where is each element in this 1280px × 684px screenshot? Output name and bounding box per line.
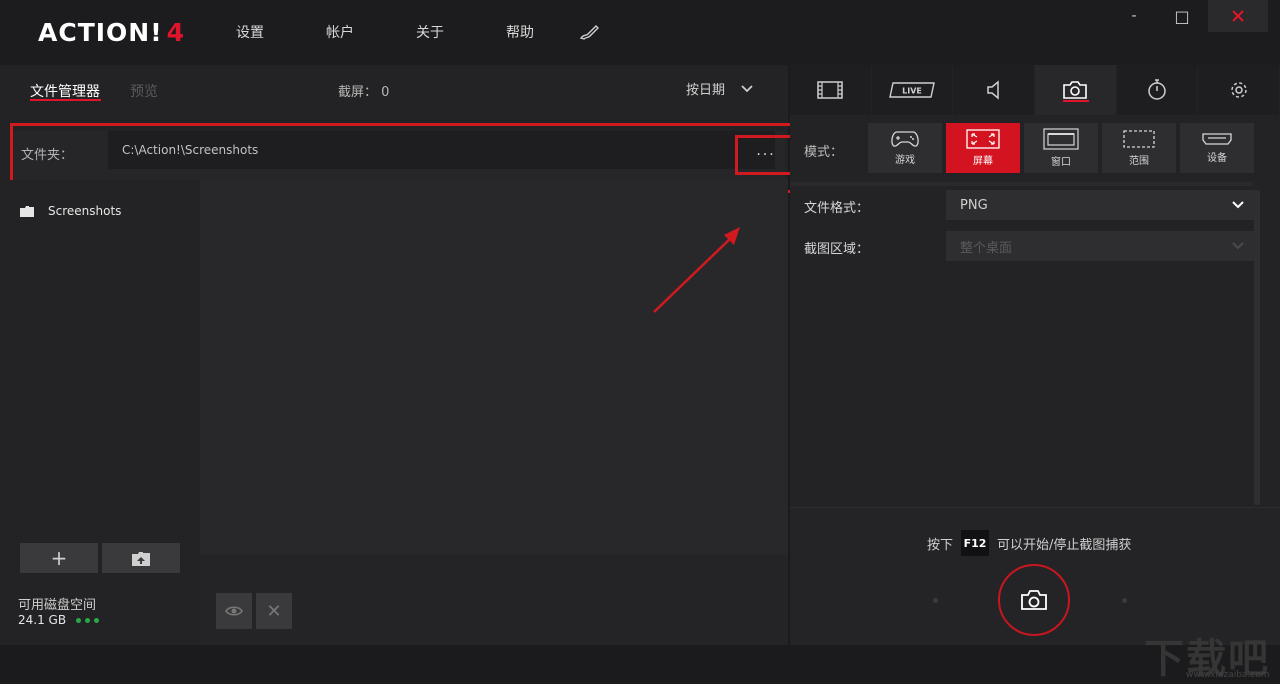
film-icon: [817, 81, 844, 99]
logo-text: ACTION!: [38, 17, 163, 47]
indicator-dot: [933, 598, 938, 603]
delete-button[interactable]: ✕: [256, 593, 292, 629]
mode-screen[interactable]: 屏幕: [946, 123, 1020, 173]
capture-area-label: 截图区域：: [804, 242, 870, 257]
hint-prefix: 按下: [927, 537, 954, 553]
chevron-down-icon: [741, 84, 753, 92]
screenshot-count: 截屏： 0: [338, 81, 389, 100]
mode-screen-label: 屏幕: [973, 156, 993, 167]
tab-audio[interactable]: [953, 65, 1035, 115]
mode-window[interactable]: 窗口: [1024, 123, 1098, 173]
folder-open-icon: [132, 551, 150, 566]
title-bar: ACTION! 4 设置 帐户 关于 帮助 - □: [0, 0, 1280, 65]
tab-settings[interactable]: [1198, 65, 1280, 115]
browse-folder-button[interactable]: ···: [735, 135, 797, 175]
minimize-button[interactable]: -: [1122, 0, 1146, 32]
disk-space-value: 24.1 GB: [18, 613, 100, 627]
tab-active-indicator: [30, 99, 101, 101]
folder-path-text: C:\Action!\Screenshots: [122, 143, 259, 157]
logo-number: 4: [166, 17, 186, 47]
region-icon: [1123, 130, 1155, 148]
watermark-url: www.xiazaiba.com: [1186, 670, 1270, 680]
folder-label: 文件夹：: [21, 148, 74, 163]
mode-region[interactable]: 范围: [1102, 123, 1176, 173]
fullscreen-icon: [966, 129, 1000, 149]
chevron-down-icon: [1232, 201, 1244, 209]
open-folder-button[interactable]: [102, 543, 180, 573]
capture-area-select: 整个桌面: [946, 231, 1254, 261]
capture-control-area: 按下 F12 可以开始/停止截图捕获: [790, 507, 1280, 645]
tab-screenshot[interactable]: [1035, 65, 1116, 115]
status-bar: [0, 645, 1280, 684]
svg-text:LIVE: LIVE: [902, 87, 922, 96]
menu-about[interactable]: 关于: [416, 22, 444, 42]
capture-settings-panel: LIVE 模式： 游戏 屏幕 窗口 范围 设备 文件格式： PNG 截图区域： …: [790, 65, 1280, 645]
mode-device[interactable]: 设备: [1180, 123, 1254, 173]
tab-live[interactable]: LIVE: [871, 65, 953, 115]
sort-dropdown[interactable]: 按日期: [686, 79, 753, 98]
timer-icon: [1148, 79, 1166, 100]
screenshot-count-label: 截屏：: [338, 85, 378, 100]
file-format-value: PNG: [960, 197, 988, 213]
sort-label: 按日期: [686, 83, 726, 98]
tab-file-manager[interactable]: 文件管理器: [30, 81, 100, 101]
eye-icon: [225, 606, 243, 616]
pen-icon[interactable]: [578, 22, 600, 42]
hotkey-hint: 按下 F12 可以开始/停止截图捕获: [927, 530, 1131, 556]
tab-screenshot-indicator: [1063, 100, 1090, 102]
gamepad-icon: [891, 131, 919, 147]
file-format-label: 文件格式：: [804, 201, 870, 216]
capture-tabs: LIVE: [790, 65, 1280, 115]
menu-help[interactable]: 帮助: [506, 22, 534, 42]
speaker-icon: [986, 80, 999, 100]
capture-area-value: 整个桌面: [960, 240, 1013, 256]
chevron-down-icon: [1232, 242, 1244, 250]
hint-suffix: 可以开始/停止截图捕获: [997, 537, 1132, 553]
tab-video[interactable]: [790, 65, 871, 115]
annotation-arrow-icon: [653, 227, 740, 313]
mode-game-label: 游戏: [895, 155, 915, 166]
folder-icon: [20, 205, 34, 217]
mode-selector: 游戏 屏幕 窗口 范围 设备: [868, 123, 1254, 173]
gear-icon: [1230, 82, 1247, 98]
folder-row: 文件夹： C:\Action!\Screenshots: [13, 131, 785, 181]
tab-preview[interactable]: 预览: [130, 81, 158, 101]
folder-path-field[interactable]: C:\Action!\Screenshots: [108, 131, 775, 169]
tree-item-screenshots[interactable]: Screenshots: [20, 204, 121, 218]
add-folder-button[interactable]: +: [20, 543, 98, 573]
window-icon: [1043, 128, 1079, 150]
file-format-select[interactable]: PNG: [946, 190, 1254, 220]
settings-scrollbar[interactable]: [1254, 190, 1260, 505]
disk-space-label: 可用磁盘空间: [18, 598, 97, 613]
divider: [790, 182, 1252, 186]
live-icon: LIVE: [889, 82, 935, 98]
menu-account[interactable]: 帐户: [326, 22, 354, 42]
mode-game[interactable]: 游戏: [868, 123, 942, 173]
device-icon: [1202, 133, 1232, 145]
menu-settings[interactable]: 设置: [236, 22, 264, 42]
preview-button[interactable]: [216, 593, 252, 629]
camera-icon: [1021, 590, 1047, 610]
disk-space-amount: 24.1 GB: [18, 613, 67, 627]
hotkey-badge: F12: [961, 530, 990, 556]
capture-screenshot-button[interactable]: [998, 564, 1070, 636]
screenshot-count-value: 0: [381, 85, 390, 100]
maximize-button[interactable]: □: [1170, 0, 1194, 32]
disk-status-dots: [76, 617, 100, 623]
app-logo: ACTION! 4: [38, 17, 186, 47]
close-icon: [1232, 10, 1244, 22]
mode-device-label: 设备: [1207, 153, 1227, 164]
folder-tree: Screenshots: [0, 180, 200, 645]
camera-icon: [1063, 81, 1088, 99]
mode-label: 模式：: [804, 145, 844, 160]
left-tabs: 文件管理器 预览 截屏： 0 按日期: [0, 65, 788, 115]
mode-window-label: 窗口: [1051, 157, 1071, 168]
tab-timer[interactable]: [1116, 65, 1198, 115]
close-button[interactable]: [1208, 0, 1268, 32]
mode-region-label: 范围: [1129, 156, 1149, 167]
tree-item-label: Screenshots: [48, 204, 122, 218]
file-manager-panel: 文件管理器 预览 截屏： 0 按日期 文件夹： C:\Action!\Scree…: [0, 65, 808, 645]
indicator-dot: [1122, 598, 1127, 603]
